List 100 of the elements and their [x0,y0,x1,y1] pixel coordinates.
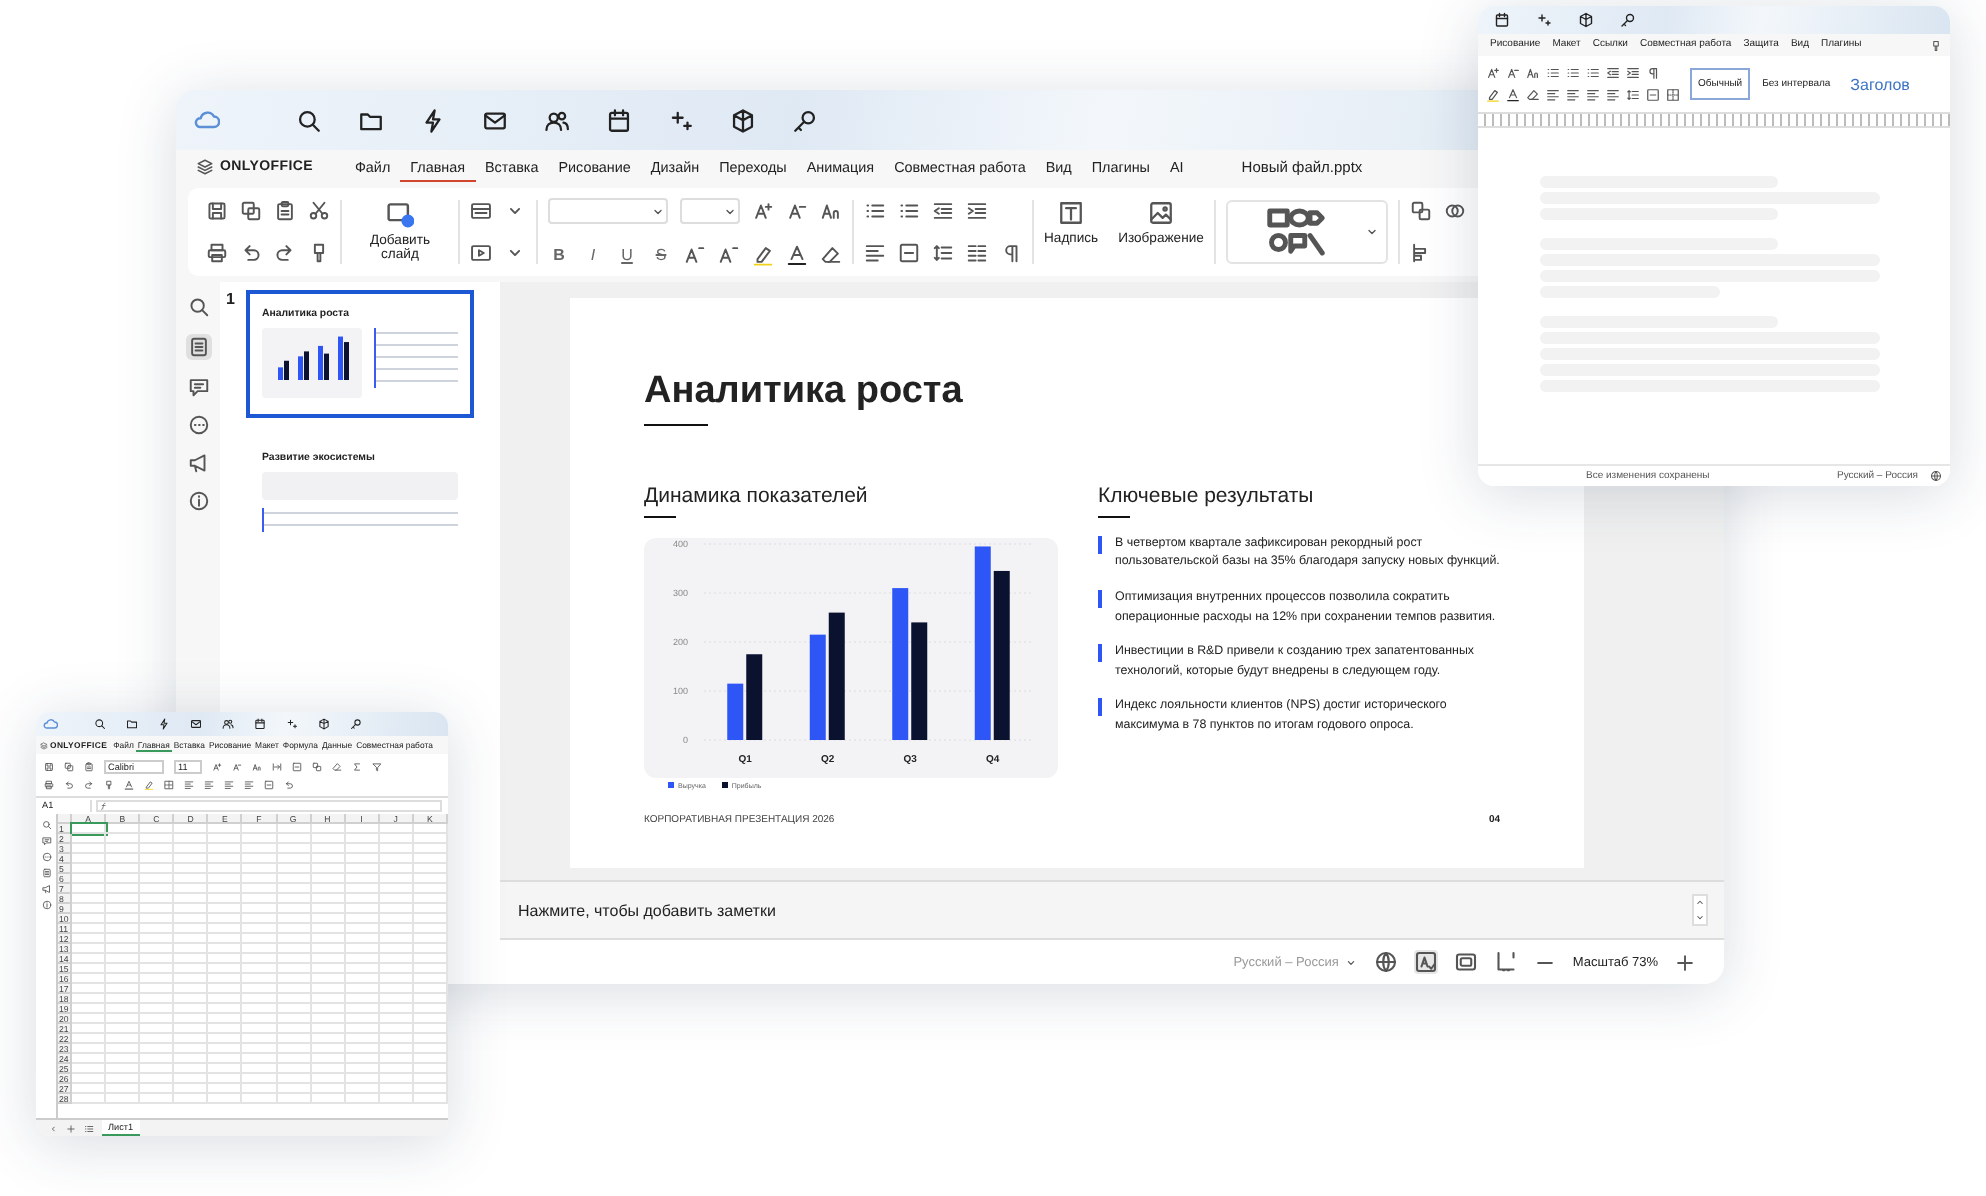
font-shrink-icon[interactable] [232,762,242,772]
indent-icon[interactable] [1626,66,1640,80]
align-right-icon[interactable] [1586,88,1600,102]
cube-icon[interactable] [730,107,756,133]
numbered-list-icon[interactable] [1566,66,1580,80]
folder-icon[interactable] [126,718,138,730]
bullet-list-icon[interactable] [864,200,886,222]
active-cell[interactable] [72,824,107,834]
save-icon[interactable] [44,762,54,772]
paste-icon[interactable] [84,762,94,772]
font-grow-icon[interactable] [1486,66,1500,80]
format-painter-icon[interactable] [308,242,330,264]
align-center-icon[interactable] [1566,88,1580,102]
font-shrink-icon[interactable] [1506,66,1520,80]
zoom-in-icon[interactable] [1674,951,1696,973]
search-icon[interactable] [296,107,322,133]
fit-slide-icon[interactable] [1454,950,1479,974]
merge-shapes-icon[interactable] [1443,200,1466,222]
key-icon[interactable] [350,718,362,730]
copy-icon[interactable] [64,762,74,772]
justify-icon[interactable] [244,780,254,790]
globe-icon[interactable] [1930,470,1942,482]
align-center-icon[interactable] [204,780,214,790]
notes-placeholder[interactable]: Нажмите, чтобы добавить заметки [518,901,1692,919]
shape-gallery[interactable] [1225,200,1388,264]
borders-icon[interactable] [1666,88,1680,102]
scrollbar[interactable] [1692,894,1708,926]
cloud-logo-icon[interactable] [192,106,220,134]
scissors-icon[interactable] [308,200,330,222]
font-size-field[interactable] [680,198,740,224]
redo-icon[interactable] [274,242,296,264]
lightning-icon[interactable] [158,718,170,730]
clear-icon[interactable] [332,762,342,772]
superscript-icon[interactable] [684,244,706,266]
search-icon[interactable] [94,718,106,730]
add-sheet-icon[interactable] [66,1123,76,1133]
outdent-icon[interactable] [1606,66,1620,80]
people-icon[interactable] [544,107,570,133]
key-icon[interactable] [1620,12,1636,28]
paragraph-icon[interactable] [1000,242,1022,264]
align-objects-icon[interactable] [1409,242,1432,264]
fill-color-icon[interactable] [144,780,154,790]
megaphone-icon[interactable] [41,884,51,894]
save-icon[interactable] [206,200,228,222]
sparkle-icon[interactable] [286,718,298,730]
text-case-icon[interactable] [1526,66,1540,80]
formula-field[interactable] [96,800,442,812]
font-color-icon[interactable] [1506,88,1520,102]
highlighter-icon[interactable] [1486,88,1500,102]
mail-icon[interactable] [190,718,202,730]
copy-icon[interactable] [240,200,262,222]
font-grow-icon[interactable] [212,762,222,772]
folder-icon[interactable] [358,107,384,133]
info-icon[interactable] [187,490,209,512]
search-icon[interactable] [187,296,209,318]
key-icon[interactable] [792,107,818,133]
font-color-icon[interactable] [786,244,808,266]
eraser-icon[interactable] [1526,88,1540,102]
format-button[interactable]: B [548,246,570,264]
line-spacing-icon[interactable] [932,242,954,264]
slideshow-icon[interactable] [470,242,492,264]
people-icon[interactable] [222,718,234,730]
calendar-icon[interactable] [254,718,266,730]
text-case-icon[interactable] [252,762,262,772]
sheet-list-icon[interactable] [84,1123,94,1133]
calendar-icon[interactable] [606,107,632,133]
sparkle-icon[interactable] [668,107,694,133]
undo-icon[interactable] [64,780,74,790]
paragraph-icon[interactable] [1646,66,1660,80]
indent-icon[interactable] [966,200,988,222]
chat-icon[interactable] [41,852,51,862]
slides-icon[interactable] [185,334,211,360]
redo-icon[interactable] [84,780,94,790]
style-preset[interactable]: Заголов [1842,65,1918,103]
align-left-icon[interactable] [1546,88,1560,102]
highlighter-icon[interactable] [752,244,774,266]
print-icon[interactable] [206,242,228,264]
bullet-list-icon[interactable] [1546,66,1560,80]
chat-icon[interactable] [187,414,209,436]
font-name-field[interactable] [548,198,668,224]
megaphone-icon[interactable] [187,452,209,474]
print-icon[interactable] [44,780,54,790]
align-left-icon[interactable] [184,780,194,790]
fit-width-icon[interactable] [1494,950,1519,974]
spellcheck-icon[interactable] [1414,950,1439,974]
sparkle-icon[interactable] [1536,12,1552,28]
line-spacing-icon[interactable] [1626,88,1640,102]
borders-icon[interactable] [164,780,174,790]
cloud-logo-icon[interactable] [42,716,58,732]
mail-icon[interactable] [482,107,508,133]
font-color-icon[interactable] [124,780,134,790]
sum-icon[interactable] [352,762,362,772]
undo-icon[interactable] [240,242,262,264]
wrap-text-icon[interactable] [272,762,282,772]
columns-icon[interactable] [966,242,988,264]
lightning-icon[interactable] [420,107,446,133]
filter-icon[interactable] [372,762,382,772]
cube-icon[interactable] [1578,12,1594,28]
text-case-icon[interactable] [820,200,842,222]
format-button[interactable]: S [650,246,672,264]
